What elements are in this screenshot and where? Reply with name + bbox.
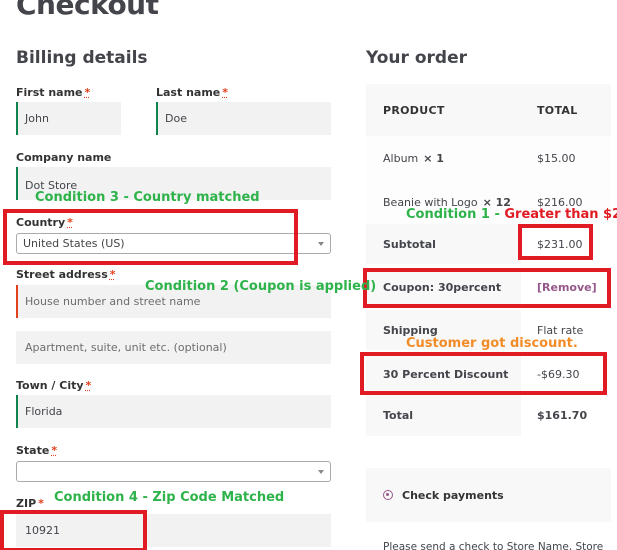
last-name-input[interactable]: Doe: [156, 102, 331, 135]
first-name-label: First name *: [16, 86, 91, 99]
country-highlight-box: [3, 209, 298, 265]
subtotal-highlight-box: [518, 224, 593, 260]
order-table-header: PRODUCT TOTAL: [366, 84, 611, 136]
product-column-header: PRODUCT: [366, 84, 521, 136]
annotation-discount-note: Customer got discount.: [406, 336, 578, 351]
last-name-label: Last name *: [156, 86, 229, 99]
total-row: Total $161.70: [366, 394, 611, 436]
company-name-label: Company name: [16, 151, 112, 164]
radio-selected-icon[interactable]: [383, 490, 393, 500]
your-order-heading: Your order: [366, 48, 467, 68]
state-select[interactable]: [16, 461, 331, 482]
annotation-condition-3: Condition 3 - Country matched: [35, 190, 260, 205]
required-mark: *: [85, 379, 92, 392]
street-address-line2-input[interactable]: Apartment, suite, unit etc. (optional): [16, 331, 331, 364]
chevron-down-icon: [318, 241, 324, 246]
total-label: Total: [366, 394, 521, 436]
total-value: $161.70: [521, 394, 611, 436]
coupon-highlight-box: [363, 268, 611, 308]
zip-highlight-box: [0, 510, 147, 550]
total-column-header: TOTAL: [521, 84, 611, 136]
payment-description: Please send a check to Store Name, Store: [383, 541, 604, 550]
city-label: Town / City *: [16, 379, 92, 392]
annotation-condition-2: Condition 2 (Coupon is applied): [145, 279, 377, 294]
order-item-name: Album × 1: [366, 136, 521, 180]
chevron-down-icon: [318, 469, 324, 474]
page-title: Checkout: [16, 0, 159, 21]
required-mark: *: [51, 444, 58, 457]
city-input[interactable]: Florida: [16, 395, 331, 428]
annotation-condition-1: Condition 1 - Greater than $200: [406, 207, 617, 222]
required-mark: *: [109, 268, 116, 281]
order-item-qty: × 1: [423, 151, 444, 165]
order-item-row: Album × 1 $15.00: [366, 136, 611, 180]
payment-method-check[interactable]: Check payments: [366, 468, 611, 522]
street-address-label: Street address *: [16, 268, 116, 281]
subtotal-label: Subtotal: [366, 224, 521, 264]
annotation-condition-4: Condition 4 - Zip Code Matched: [54, 490, 285, 505]
billing-details-heading: Billing details: [16, 48, 148, 68]
zip-label: ZIP *: [16, 497, 44, 510]
first-name-input[interactable]: John: [16, 102, 121, 135]
discount-highlight-box: [360, 352, 607, 395]
state-label: State *: [16, 444, 58, 457]
payment-method-label: Check payments: [402, 488, 504, 502]
required-mark: *: [84, 86, 91, 99]
required-mark: *: [222, 86, 229, 99]
order-item-total: $15.00: [521, 136, 611, 180]
required-mark: *: [38, 497, 44, 510]
